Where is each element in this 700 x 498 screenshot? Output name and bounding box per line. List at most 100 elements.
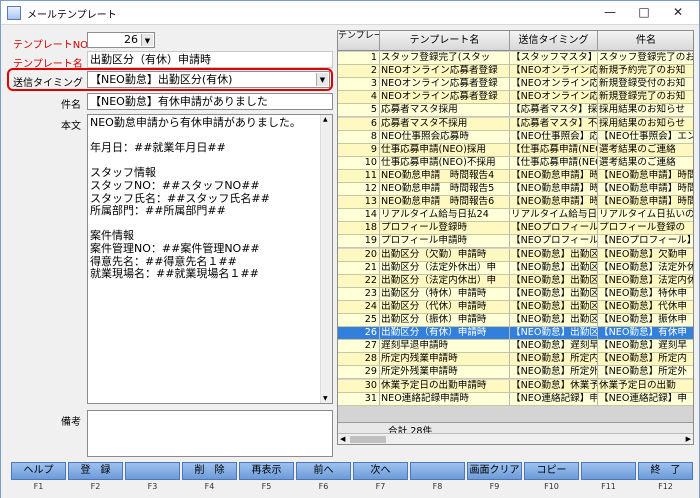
table-cell: 24 [338, 300, 380, 314]
table-cell: 【仕事応募申請(NEO [510, 143, 598, 157]
grid-header-timing[interactable]: 送信タイミング [510, 31, 598, 51]
table-cell: プロフィール登録の [598, 222, 693, 236]
table-cell: 【NEO仕事照会】エン [598, 131, 693, 144]
table-row[interactable]: 18プロフィール登録時【NEOプロフィール申プロフィール登録の [338, 222, 693, 236]
table-cell: 【NEO勤怠】所定内残 [510, 353, 598, 367]
table-cell: 22 [338, 274, 380, 288]
fkey-f3-button[interactable] [125, 462, 180, 480]
table-cell: 仕事応募申請(NEO)採用 [380, 143, 510, 157]
fkey-f4: 削 除 F4 [182, 462, 237, 498]
fkey-f4-button[interactable]: 削 除 [182, 462, 237, 480]
table-cell: 10 [338, 156, 380, 170]
table-cell: 選考結果のご連絡 [598, 144, 693, 157]
fkey-f12: 終 了 F12 [638, 462, 693, 498]
table-cell: 28 [338, 353, 380, 367]
table-row[interactable]: 8NEO仕事照会応募時【NEO仕事照会】応募【NEO仕事照会】エン [338, 130, 693, 144]
body-scrollbar[interactable]: ▲ ▼ [320, 115, 332, 403]
table-cell: NEO勤怠申請 時間報告4 [380, 169, 510, 183]
fkey-f6-button[interactable]: 前へ [296, 462, 351, 480]
close-icon[interactable]: ✕ [661, 1, 695, 23]
table-row[interactable]: 6 応募者マスタ不採用 【応募者マスタ】不 採用結果のお知らせ [338, 117, 693, 131]
fkey-f5-button[interactable]: 再表示 [239, 462, 294, 480]
table-cell: 【NEO勤怠】出勤区分 [510, 300, 598, 314]
table-cell: 新規登録完了のお知 [598, 91, 693, 105]
table-cell: 【NEO勤怠】遅刻早退 [510, 340, 598, 354]
fkey-f7: 次へ F7 [353, 462, 408, 498]
fkey-f10-button[interactable]: コピー [524, 462, 579, 480]
template-no-select[interactable]: 26 ▼ [87, 32, 155, 48]
table-row[interactable]: 25出勤区分（振休）申請時【NEO勤怠】出勤区分【NEO勤怠】振休申 [338, 314, 693, 328]
fkey-f2-button[interactable]: 登 録 [68, 462, 123, 480]
table-row[interactable]: 30休業予定日の出勤申請時【NEO勤怠】休業予定休業予定日の出勤 [338, 379, 693, 393]
table-row[interactable]: 24出勤区分（代休）申請時【NEO勤怠】出勤区分【NEO勤怠】代休申 [338, 300, 693, 314]
minimize-icon[interactable]: — [593, 1, 627, 23]
timing-value: 【NEO勤怠】出勤区分(有休) [90, 73, 233, 86]
table-cell: 出勤区分（欠勤）申請時 [380, 248, 510, 262]
fkey-f1-button[interactable]: ヘルプ [11, 462, 66, 480]
subject-field[interactable]: 【NEO勤怠】有休申請がありました [87, 93, 333, 110]
table-cell: NEOオンライン応募者登録 [380, 91, 510, 105]
table-cell: 1 [338, 52, 380, 66]
grid-horizontal-scrollbar[interactable]: ◀ ▶ [338, 433, 693, 444]
table-row[interactable]: 12NEO勤怠申請 時間報告5【NEO勤怠申請】時間【NEO勤怠申請】時間 [338, 183, 693, 197]
fkey-f7-button[interactable]: 次へ [353, 462, 408, 480]
table-row[interactable]: 27遅刻早退申請時【NEO勤怠】遅刻早退【NEO勤怠】遅刻早 [338, 340, 693, 354]
table-row[interactable]: 20出勤区分（欠勤）申請時【NEO勤怠】出勤区分【NEO勤怠】欠勤申 [338, 248, 693, 262]
scroll-right-icon[interactable]: ▶ [686, 435, 691, 443]
table-cell: プロフィール登録時 [380, 222, 510, 236]
table-cell: 【NEO勤怠】法定内休 [598, 275, 693, 288]
table-cell: 出勤区分（特休）申請時 [380, 287, 510, 301]
table-cell: 【NEO勤怠】所定内 [598, 353, 693, 367]
table-cell: 採用結果のお知らせ [598, 118, 693, 131]
remarks-textarea[interactable] [87, 410, 333, 457]
table-cell: 出勤区分（振休）申請時 [380, 314, 510, 328]
scroll-thumb[interactable] [350, 436, 386, 443]
table-row[interactable]: 13NEO勤怠申請 時間報告6【NEO勤怠申請】時間【NEO勤怠申請】時間 [338, 196, 693, 210]
grid-header-name[interactable]: テンプレート名 [380, 31, 510, 51]
table-row[interactable]: 11NEO勤怠申請 時間報告4【NEO勤怠申請】時間【NEO勤怠申請】時間 [338, 169, 693, 183]
table-row[interactable]: 19プロフィール申請時【NEOプロフィール申【NEOプロフィール】 [338, 235, 693, 249]
fkey-f4-label: F4 [204, 482, 215, 491]
scroll-down-icon[interactable]: ▼ [323, 395, 328, 402]
table-row[interactable]: 9 仕事応募申請(NEO)採用 【仕事応募申請(NEO 選考結果のご連絡 [338, 143, 693, 157]
chevron-down-icon[interactable]: ▼ [141, 34, 153, 46]
table-cell: 19 [338, 235, 380, 249]
table-cell: リアルタイム給与日払24 [380, 209, 510, 223]
template-name-field[interactable]: 出勤区分（有休）申請時 [87, 51, 333, 68]
chevron-down-icon[interactable]: ▼ [316, 73, 328, 86]
grid-footer: 合計 28件 [338, 422, 693, 437]
scroll-up-icon[interactable]: ▲ [323, 116, 328, 123]
table-row[interactable]: 21出勤区分（法定外休出）申【NEO勤怠】出勤区分【NEO勤怠】法定外休 [338, 261, 693, 275]
fkey-f1: ヘルプ F1 [11, 462, 66, 498]
fkey-f11-button[interactable] [581, 462, 636, 480]
table-row[interactable]: 14リアルタイム給与日払24リアルタイム給与日払24リアルタイム日払いの [338, 209, 693, 223]
fkey-f1-label: F1 [33, 482, 44, 491]
template-grid[interactable]: テンプレートNO テンプレート名 送信タイミング 件名 1スタッフ登録完了(スタ… [337, 30, 694, 445]
table-cell: 【スタッフマスタ】 [510, 52, 598, 66]
scroll-left-icon[interactable]: ◀ [340, 435, 345, 443]
table-row[interactable]: 5 応募者マスタ採用 【応募者マスタ】採 採用結果のお知らせ [338, 104, 693, 118]
table-row[interactable]: 29所定外残業申請時【NEO勤怠】所定外残【NEO勤怠】所定外 [338, 366, 693, 380]
table-row[interactable]: 23出勤区分（特休）申請時【NEO勤怠】出勤区分【NEO勤怠】特休申 [338, 287, 693, 301]
table-row[interactable]: 2NEOオンライン応募者登録【NEOオンライン応募新規予約完了のお知 [338, 65, 693, 79]
fkey-f10-label: F10 [544, 482, 559, 491]
table-row[interactable]: 3NEOオンライン応募者登録【NEOオンライン応募新規登録受付のお知 [338, 78, 693, 92]
grid-header-subject[interactable]: 件名 [598, 31, 693, 51]
maximize-icon[interactable]: □ [627, 1, 661, 23]
fkey-f9-button[interactable]: 画面クリア [467, 462, 522, 480]
fkey-f8-button[interactable] [410, 462, 465, 480]
table-row[interactable]: 26出勤区分（有休）申請時【NEO勤怠】出勤区分【NEO勤怠】有休申 [338, 327, 693, 341]
table-row[interactable]: 28所定内残業申請時【NEO勤怠】所定内残【NEO勤怠】所定内 [338, 353, 693, 367]
body-textarea[interactable]: NEO勤怠申請から有休申請がありました。 年月日：##就業年月日## スタッフ情… [87, 114, 333, 404]
table-row[interactable]: 31NEO連絡記録申請時【NEO連絡記録】申請【NEO連絡記録】申 [338, 392, 693, 406]
table-cell: 【NEO勤怠】代休申 [598, 301, 693, 314]
grid-header: テンプレートNO テンプレート名 送信タイミング 件名 [338, 31, 693, 51]
timing-select[interactable]: 【NEO勤怠】出勤区分(有休) ▼ [87, 71, 330, 88]
table-row[interactable]: 10 仕事応募申請(NEO)不採用 【仕事応募申請(NEO 選考結果のご連絡 [338, 156, 693, 170]
table-row[interactable]: 1 スタッフ登録完了(スタッ 【スタッフマスタ】 スタッフ登録完了のお [338, 52, 693, 66]
fkey-f12-button[interactable]: 終 了 [638, 462, 693, 480]
grid-header-no[interactable]: テンプレートNO [338, 31, 380, 51]
table-row[interactable]: 22出勤区分（法定内休出）申【NEO勤怠】出勤区分【NEO勤怠】法定内休 [338, 274, 693, 288]
table-row[interactable]: 4NEOオンライン応募者登録【NEOオンライン応募新規登録完了のお知 [338, 91, 693, 105]
template-no-label: テンプレートNO [13, 40, 89, 51]
